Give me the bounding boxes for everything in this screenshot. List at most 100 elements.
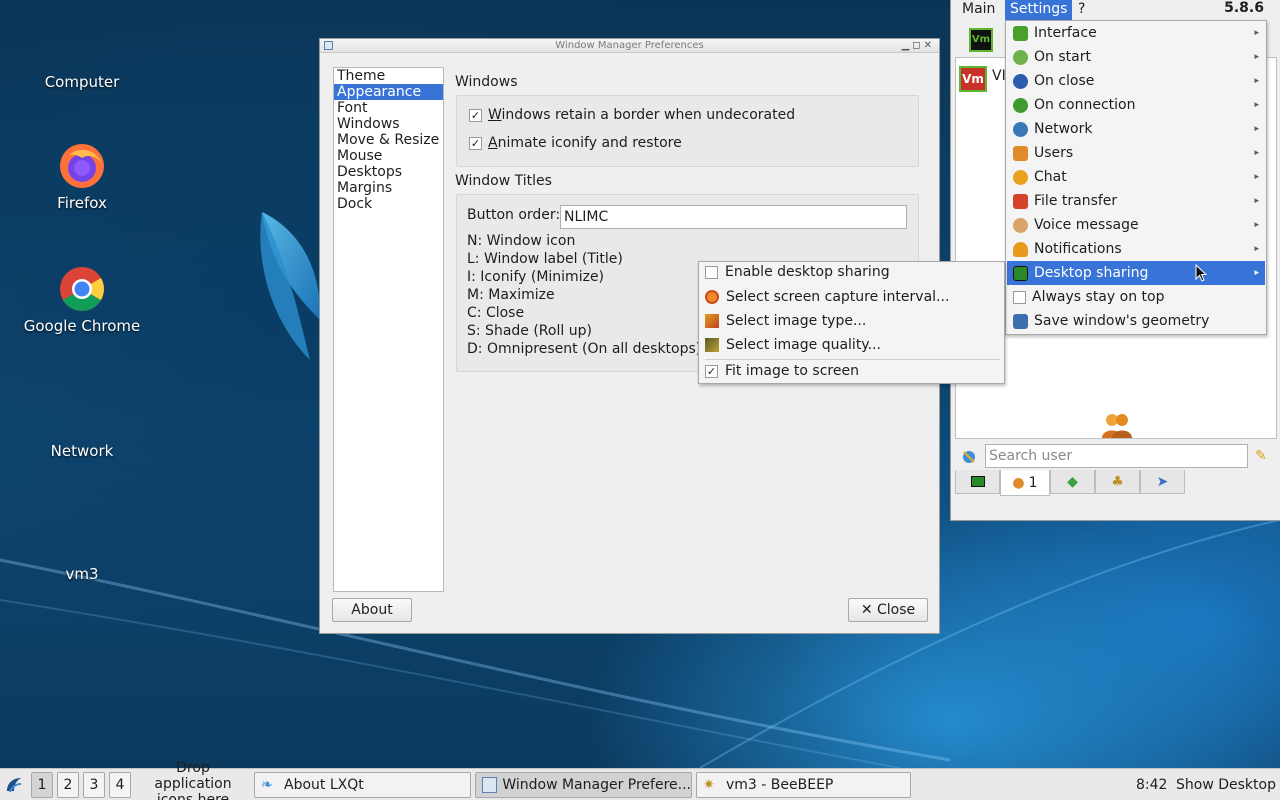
enable-desktop-sharing-item[interactable]: Enable desktop sharing — [705, 261, 890, 283]
menu-item-on-start[interactable]: On start ▸ — [1007, 45, 1265, 69]
retain-border-label: Windows retain a border when undecorated — [488, 107, 796, 123]
menu-item-desktop-sharing[interactable]: Desktop sharing ▸ — [1007, 261, 1265, 285]
submenu-arrow-icon: ▸ — [1254, 196, 1259, 206]
maximize-icon[interactable]: ◻ — [912, 40, 923, 51]
search-user-input[interactable] — [985, 444, 1248, 468]
voice-message-icon — [1013, 217, 1028, 233]
menu-item-always-on-top[interactable]: Always stay on top — [1007, 285, 1265, 309]
taskbar: 1 2 3 4 Drop application icons here ❧ Abo… — [0, 760, 1280, 800]
image-quality-item[interactable]: Select image quality... — [705, 334, 881, 356]
groups-icon: ♣ — [1111, 473, 1124, 490]
category-margins[interactable]: Margins — [334, 180, 443, 196]
menu-item-voice-message[interactable]: Voice message ▸ — [1007, 213, 1265, 237]
submenu-arrow-icon: ▸ — [1254, 124, 1259, 134]
retain-border-checkbox-row[interactable]: ✓ Windows retain a border when undecorat… — [469, 107, 795, 123]
image-type-item[interactable]: Select image type... — [705, 310, 866, 332]
fit-image-item[interactable]: ✓ Fit image to screen — [705, 360, 859, 382]
tab-chat[interactable]: ◆ — [1050, 470, 1095, 494]
users-count: 1 — [1028, 474, 1038, 491]
menu-item-on-connection[interactable]: On connection ▸ — [1007, 93, 1265, 117]
bell-icon — [1013, 241, 1028, 257]
desktop-2-button[interactable]: 2 — [57, 772, 79, 798]
menu-item-notifications[interactable]: Notifications ▸ — [1007, 237, 1265, 261]
tab-groups[interactable]: ♣ — [1095, 470, 1140, 494]
desktop-icon-computer[interactable]: Computer — [12, 69, 152, 91]
capture-interval-item[interactable]: Select screen capture interval... — [705, 286, 949, 308]
show-desktop-button[interactable]: Show Desktop — [1176, 772, 1276, 798]
task-window-manager-preferences[interactable]: Window Manager Prefere... — [475, 772, 692, 798]
category-appearance[interactable]: Appearance — [334, 84, 443, 100]
desktop-sharing-icon — [1013, 265, 1028, 281]
clear-search-icon[interactable]: ✎ — [1255, 448, 1267, 464]
category-desktops[interactable]: Desktops — [334, 164, 443, 180]
desktop-icon-firefox[interactable]: Firefox — [12, 142, 152, 212]
vm-user-label[interactable]: VI — [992, 68, 1006, 84]
category-font[interactable]: Font — [334, 100, 443, 116]
menu-item-network[interactable]: Network ▸ — [1007, 117, 1265, 141]
animate-iconify-checkbox-row[interactable]: ✓ Animate iconify and restore — [469, 135, 682, 151]
window-titlebar[interactable]: Window Manager Preferences ▁◻✕ — [320, 39, 939, 53]
desktop-icon-chrome[interactable]: Google Chrome — [12, 265, 152, 335]
users-icon: ● — [1012, 474, 1025, 491]
category-dock[interactable]: Dock — [334, 196, 443, 212]
chrome-icon — [60, 267, 104, 311]
desktop-1-button[interactable]: 1 — [31, 772, 53, 798]
submenu-arrow-icon: ▸ — [1254, 76, 1259, 86]
category-theme[interactable]: Theme — [334, 68, 443, 84]
about-button[interactable]: About — [332, 598, 412, 622]
retain-border-checkbox[interactable]: ✓ — [469, 108, 482, 122]
close-icon[interactable]: ✕ — [924, 40, 935, 51]
menu-item-on-close[interactable]: On close ▸ — [1007, 69, 1265, 93]
task-about-lxqt[interactable]: ❧ About LXQt — [254, 772, 471, 798]
checkbox-icon[interactable] — [705, 265, 718, 279]
menu-settings[interactable]: Settings — [1005, 0, 1073, 20]
menu-item-chat[interactable]: Chat ▸ — [1007, 165, 1265, 189]
category-windows[interactable]: Windows — [334, 116, 443, 132]
window-menu-icon[interactable] — [324, 41, 333, 50]
animate-iconify-checkbox[interactable]: ✓ — [469, 136, 482, 150]
version-label: 5.8.6 — [1224, 0, 1264, 16]
lxqt-icon — [7, 778, 22, 793]
beebeep-menubar: Main Settings ? 5.8.6 — [951, 0, 1280, 20]
users-icon — [1013, 145, 1028, 161]
tab-pin[interactable]: ➤ — [1140, 470, 1185, 494]
desktop-icon-label: Firefox — [57, 194, 107, 212]
close-button[interactable]: ✕ Close — [848, 598, 928, 622]
legend-line: M: Maximize — [467, 287, 555, 303]
submenu-arrow-icon: ▸ — [1254, 52, 1259, 62]
legend-line: I: Iconify (Minimize) — [467, 269, 605, 285]
quicklaunch-drop-area[interactable]: Drop application icons here — [136, 760, 250, 800]
desktop-sharing-submenu: Enable desktop sharing Select screen cap… — [698, 261, 1005, 384]
clock[interactable]: 8:42 — [1136, 772, 1167, 798]
minimize-icon[interactable]: ▁ — [902, 40, 913, 51]
menu-help[interactable]: ? — [1073, 0, 1090, 20]
menu-item-file-transfer[interactable]: File transfer ▸ — [1007, 189, 1265, 213]
button-order-input[interactable] — [560, 205, 907, 229]
desktop-3-button[interactable]: 3 — [83, 772, 105, 798]
checkbox-icon[interactable] — [1013, 290, 1026, 304]
chat-icon — [1013, 169, 1028, 185]
animate-iconify-label: Animate iconify and restore — [488, 135, 682, 151]
beebeep-tabs: ● 1 ◆ ♣ ➤ — [955, 470, 1185, 496]
computer-green-icon — [970, 476, 985, 487]
desktop-icon-network[interactable]: Network — [12, 438, 152, 460]
task-beebeep[interactable]: ✷ vm3 - BeeBEEP — [696, 772, 911, 798]
menu-main[interactable]: Main — [957, 0, 1000, 20]
start-menu-button[interactable] — [4, 772, 24, 798]
category-mouse[interactable]: Mouse — [334, 148, 443, 164]
desktop-icon-vm3[interactable]: vm3 — [12, 561, 152, 583]
desktop-4-button[interactable]: 4 — [109, 772, 131, 798]
tab-users[interactable]: ● 1 — [1000, 470, 1050, 496]
bee-icon: ✷ — [703, 777, 715, 793]
category-move-resize[interactable]: Move & Resize — [334, 132, 443, 148]
category-list[interactable]: Theme Appearance Font Windows Move & Res… — [333, 67, 444, 592]
lxqt-icon: ❧ — [261, 777, 273, 793]
checkbox-icon[interactable]: ✓ — [705, 364, 718, 378]
computer-green-icon[interactable]: Vm — [969, 28, 993, 52]
menu-item-users[interactable]: Users ▸ — [1007, 141, 1265, 165]
submenu-arrow-icon: ▸ — [1254, 244, 1259, 254]
web-icon[interactable] — [961, 448, 977, 464]
tab-computer[interactable] — [955, 470, 1000, 494]
menu-item-interface[interactable]: Interface ▸ — [1007, 21, 1265, 45]
menu-item-save-geometry[interactable]: Save window's geometry — [1007, 309, 1265, 333]
